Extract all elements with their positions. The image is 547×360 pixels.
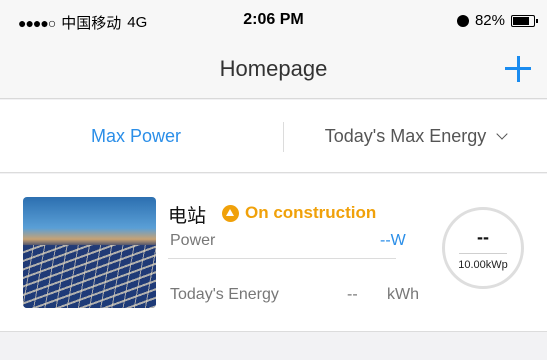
solar-panels-grid — [23, 245, 156, 308]
alarm-icon — [456, 14, 469, 27]
page-title: Homepage — [219, 56, 328, 81]
warning-icon — [222, 204, 239, 222]
status-text: On construction — [245, 203, 377, 222]
gauge-value: -- — [477, 227, 489, 247]
capacity-gauge: -- 10.00kWp — [442, 207, 524, 289]
energy-label: Today's Energy — [170, 286, 279, 303]
tab-todays-max-energy-label: Today's Max Energy — [324, 126, 487, 146]
gauge-divider — [459, 253, 507, 254]
tab-todays-max-energy[interactable]: Today's Max Energy — [284, 126, 547, 147]
station-name: 电站 — [168, 206, 207, 227]
battery-fill — [513, 16, 529, 25]
plus-icon-stroke — [516, 56, 520, 82]
energy-value: -- — [347, 286, 358, 303]
power-value: --W — [380, 232, 406, 249]
status-bar: ●●●●○ 中国移动 4G 2:06 PM 82% — [0, 0, 547, 44]
tab-max-power[interactable]: Max Power — [0, 126, 272, 147]
status-right: 82% — [456, 12, 538, 29]
status-badge: On construction — [222, 203, 376, 223]
sort-tabs: Max Power Today's Max Energy — [0, 100, 547, 173]
divider — [168, 258, 396, 259]
add-station-button[interactable] — [501, 52, 535, 86]
station-thumbnail — [23, 197, 156, 308]
chevron-down-icon — [496, 128, 508, 140]
battery-percent: 82% — [474, 12, 505, 29]
battery-tip — [536, 18, 538, 23]
energy-unit: kWh — [387, 286, 419, 303]
nav-bar: Homepage — [0, 44, 547, 99]
power-label: Power — [170, 232, 216, 249]
capacity-value: 10.00kWp — [458, 259, 508, 271]
battery-icon — [511, 14, 538, 27]
station-card[interactable]: 电站 On construction Power --W Today's Ene… — [0, 174, 547, 332]
